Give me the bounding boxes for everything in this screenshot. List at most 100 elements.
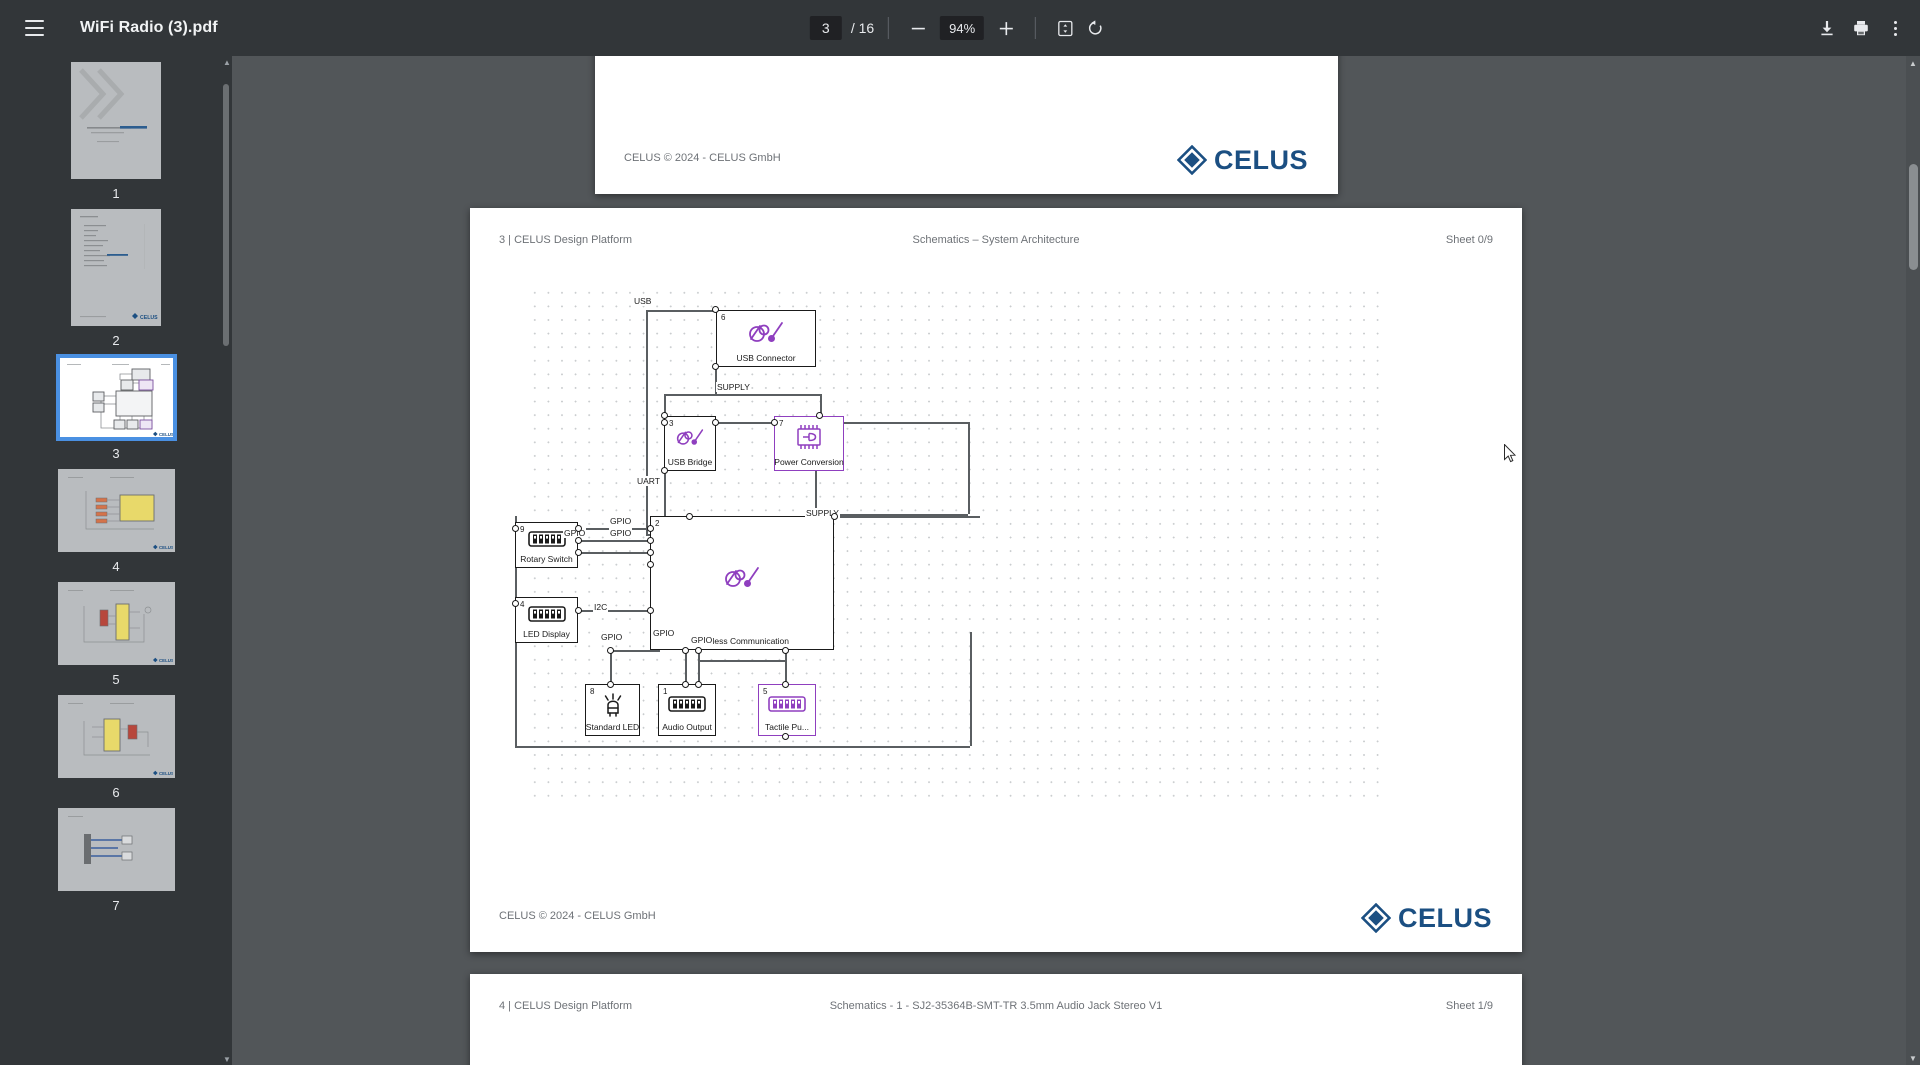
thumbnail-label: 5 bbox=[112, 672, 120, 687]
block-pin-number: 9 bbox=[520, 525, 525, 534]
pin-node bbox=[682, 681, 689, 688]
block-led-display[interactable]: 4 LED Display bbox=[515, 597, 578, 643]
net-label-uart: UART bbox=[636, 476, 661, 486]
thumbnail-item[interactable]: CELUS 4 bbox=[0, 469, 232, 574]
block-label: USB Bridge bbox=[667, 457, 713, 467]
page-header: 3 | CELUS Design Platform Schematics – S… bbox=[470, 234, 1522, 246]
thumbnail-item[interactable]: CELUS 2 bbox=[0, 209, 232, 348]
block-usb-bridge[interactable]: 3 USB Bridge bbox=[664, 416, 716, 471]
thumbnail-page-3[interactable]: CELUS bbox=[55, 354, 177, 441]
block-audio-output[interactable]: 1 Audio Output bbox=[658, 684, 716, 736]
pin-node bbox=[661, 412, 668, 419]
thumbnail-label: 1 bbox=[112, 186, 120, 201]
hamburger-icon[interactable] bbox=[14, 8, 54, 48]
block-pin-number: 7 bbox=[779, 419, 784, 428]
fit-page-icon[interactable] bbox=[1050, 13, 1080, 43]
pin-node bbox=[575, 549, 582, 556]
thumbnail-sidebar: 1 CELUS 2 CELUS 3 CELUS 4 CELUS 5 CELUS … bbox=[0, 56, 232, 1065]
wire-supply-bus bbox=[664, 394, 820, 396]
page-header: 4 | CELUS Design Platform Schematics - 1… bbox=[470, 1000, 1522, 1012]
scroll-up-arrow[interactable]: ▲ bbox=[1906, 56, 1920, 70]
thumbnail-item[interactable]: CELUS 5 bbox=[0, 582, 232, 687]
celus-diamond-icon bbox=[1360, 903, 1391, 933]
wire-gpio3 bbox=[578, 552, 650, 554]
zoom-level-value[interactable]: 94% bbox=[940, 16, 985, 40]
thumbnail-page-2[interactable]: CELUS bbox=[71, 209, 161, 326]
print-icon[interactable] bbox=[1846, 13, 1876, 43]
celus-wordmark: CELUS bbox=[1397, 902, 1492, 933]
pin-node bbox=[782, 647, 789, 654]
block-standard-led[interactable]: 8 Standard LED bbox=[585, 684, 640, 736]
pin-node bbox=[647, 607, 654, 614]
zoom-out-button[interactable] bbox=[903, 13, 933, 43]
thumbnail-page-4[interactable]: CELUS bbox=[57, 469, 175, 552]
net-label-gpio-6: GPIO bbox=[690, 635, 714, 645]
block-label: Rotary Switch bbox=[520, 554, 573, 564]
block-label: Audio Output bbox=[662, 722, 712, 732]
thumbnail-preview: CELUS bbox=[59, 358, 174, 437]
block-usb-connector[interactable]: 6 USB Connector bbox=[716, 310, 816, 367]
wire-audio2-down bbox=[698, 650, 700, 684]
pin-node bbox=[512, 600, 519, 607]
page-header-center: Schematics – System Architecture bbox=[912, 234, 1080, 246]
block-power-conversion[interactable]: 7 Power Conversion bbox=[774, 416, 844, 471]
power-ic-icon bbox=[775, 417, 843, 457]
block-wireless-communication[interactable]: 2 Wireless Communication bbox=[650, 516, 834, 650]
sidebar-scroll-down-arrow[interactable]: ▼ bbox=[222, 1053, 232, 1065]
page-header-left: 3 | CELUS Design Platform bbox=[499, 234, 633, 246]
sidebar-scrollbar-thumb[interactable] bbox=[223, 84, 229, 346]
block-label: USB Connector bbox=[736, 353, 796, 363]
rotate-icon[interactable] bbox=[1080, 13, 1110, 43]
sidebar-scrollbar[interactable]: ▲ ▼ bbox=[222, 56, 232, 1065]
scroll-down-arrow[interactable]: ▼ bbox=[1906, 1051, 1920, 1065]
zoom-in-button[interactable] bbox=[991, 13, 1021, 43]
thumbnail-preview: CELUS bbox=[60, 471, 173, 550]
block-tactile-push[interactable]: 5 Tactile Pu... bbox=[758, 684, 816, 736]
svg-text:CELUS: CELUS bbox=[159, 771, 174, 776]
pin-node bbox=[712, 306, 719, 313]
toolbar-right-group bbox=[1812, 13, 1910, 43]
svg-text:CELUS: CELUS bbox=[140, 315, 158, 321]
wire-usb-top bbox=[646, 310, 716, 312]
block-pin-number: 6 bbox=[721, 313, 726, 322]
kebab-menu-icon[interactable] bbox=[1880, 13, 1910, 43]
document-scrollbar[interactable]: ▲ ▼ bbox=[1906, 56, 1920, 1065]
thumbnail-label: 2 bbox=[112, 333, 120, 348]
svg-text:CELUS: CELUS bbox=[159, 432, 174, 437]
wire-led-down bbox=[610, 650, 612, 684]
wire-tactile-h bbox=[698, 660, 785, 662]
document-canvas: CELUS © 2024 - CELUS GmbH CELUS 3 | CELU… bbox=[232, 56, 1920, 1065]
celus-logo: CELUS bbox=[1176, 145, 1308, 175]
net-label-gpio-4: GPIO bbox=[600, 632, 624, 642]
pin-node bbox=[782, 681, 789, 688]
page-header-right: Sheet 0/9 bbox=[1445, 234, 1493, 246]
thumbnail-item[interactable]: 7 bbox=[0, 808, 232, 913]
block-pin-number: 4 bbox=[520, 600, 525, 609]
thumbnail-item[interactable]: CELUS 3 bbox=[0, 354, 232, 461]
pin-node bbox=[661, 419, 668, 426]
download-icon[interactable] bbox=[1812, 13, 1842, 43]
pin-node bbox=[661, 467, 668, 474]
block-label: LED Display bbox=[523, 629, 570, 639]
pin-node bbox=[575, 537, 582, 544]
page-footer-text: CELUS © 2024 - CELUS GmbH bbox=[624, 152, 781, 164]
usb-plug-icon bbox=[717, 311, 815, 353]
pin-node bbox=[647, 549, 654, 556]
thumbnail-item[interactable]: CELUS 6 bbox=[0, 695, 232, 800]
net-label-i2c: I2C bbox=[593, 602, 609, 612]
document-scrollbar-thumb[interactable] bbox=[1909, 164, 1918, 270]
thumbnail-page-7[interactable] bbox=[57, 808, 175, 891]
thumbnail-page-1[interactable] bbox=[71, 62, 161, 179]
thumbnail-label: 3 bbox=[112, 446, 120, 461]
page-number-input[interactable] bbox=[809, 16, 842, 40]
thumbnail-label: 7 bbox=[112, 898, 120, 913]
pdf-page-2: CELUS © 2024 - CELUS GmbH CELUS bbox=[595, 56, 1338, 194]
thumbnail-page-6[interactable]: CELUS bbox=[57, 695, 175, 778]
wire-led-h bbox=[610, 650, 660, 652]
pin-node bbox=[831, 513, 838, 520]
sidebar-scroll-up-arrow[interactable]: ▲ bbox=[222, 56, 232, 68]
thumbnail-item[interactable]: 1 bbox=[0, 62, 232, 201]
pin-node bbox=[607, 647, 614, 654]
thumbnail-preview: CELUS bbox=[73, 211, 159, 324]
thumbnail-page-5[interactable]: CELUS bbox=[57, 582, 175, 665]
